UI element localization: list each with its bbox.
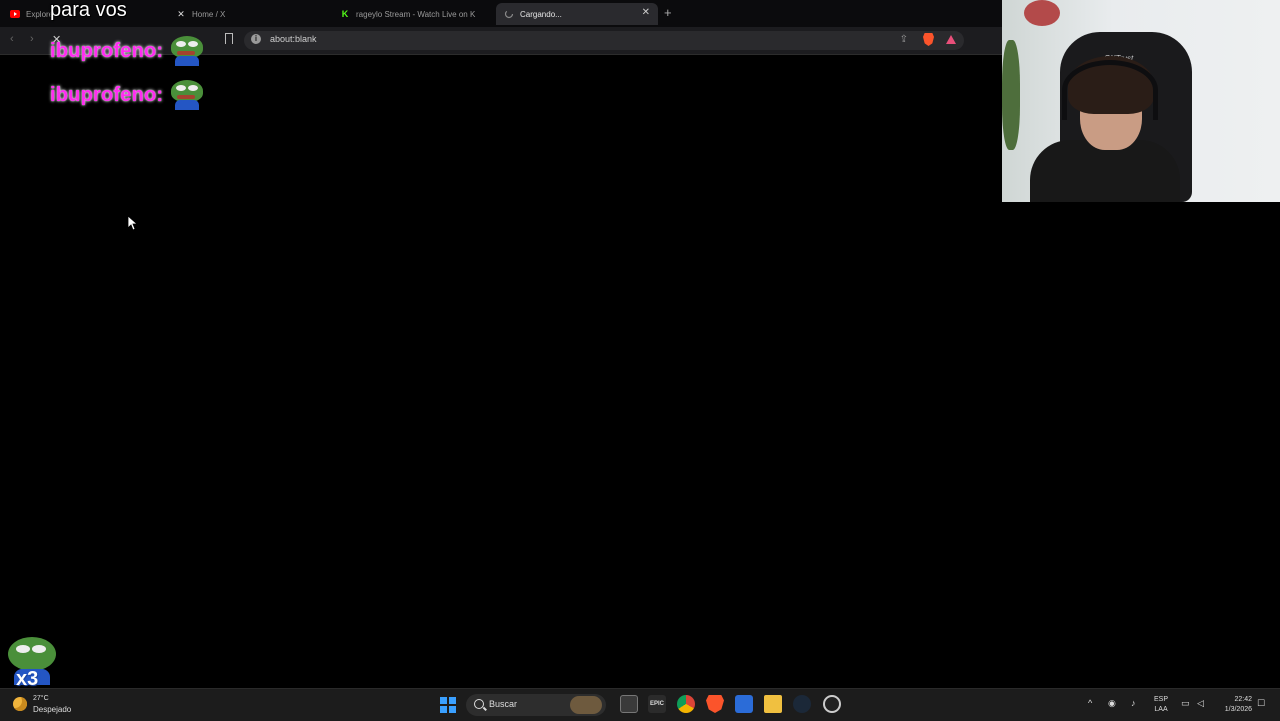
chat-message: ibuprofeno: — [50, 36, 205, 66]
windows-taskbar: 27°C Despejado Buscar EPIC ^ ◉ ♪ ESP LAA… — [0, 688, 1280, 721]
discord-icon[interactable]: ◉ — [1108, 698, 1116, 709]
network-icon[interactable]: ▭ — [1181, 698, 1190, 709]
microphone-icon[interactable]: ♪ — [1131, 698, 1136, 708]
brave-rewards-icon[interactable] — [946, 35, 956, 44]
address-url[interactable]: about:blank — [270, 34, 317, 44]
clock-date: 1/3/2026 — [1224, 706, 1252, 713]
loading-spinner-icon — [504, 9, 514, 19]
mouse-cursor-icon — [128, 216, 138, 231]
chat-username: ibuprofeno: — [50, 39, 164, 62]
tab-kick-stream[interactable]: K rageylo Stream - Watch Live on K — [332, 3, 492, 25]
address-bar[interactable]: i about:blank ⇪ — [244, 31, 964, 50]
tab-label: Home / X — [192, 9, 226, 19]
language-indicator[interactable]: ESP LAA — [1154, 695, 1168, 715]
weather-description[interactable]: Despejado — [33, 705, 71, 714]
search-highlight-image — [570, 696, 602, 714]
pepe-emote-icon — [169, 36, 205, 66]
language-code: ESP — [1154, 696, 1169, 703]
search-placeholder[interactable]: Buscar — [489, 699, 517, 709]
task-view-icon[interactable] — [620, 695, 638, 713]
obs-icon[interactable] — [823, 695, 841, 713]
new-tab-button[interactable]: + — [664, 5, 672, 20]
microsoft-store-icon[interactable] — [735, 695, 753, 713]
taskbar-search[interactable]: Buscar — [466, 694, 606, 716]
plush-toy — [1024, 0, 1060, 26]
notifications-icon[interactable]: ☐ — [1257, 698, 1265, 709]
chat-username: ibuprofeno: — [50, 83, 164, 106]
moon-weather-icon[interactable] — [13, 697, 27, 711]
kick-logo-icon: K — [341, 9, 349, 19]
tab-label: Cargando... — [520, 9, 562, 19]
brave-icon[interactable] — [706, 695, 724, 713]
headset — [1062, 60, 1158, 120]
start-icon[interactable] — [440, 697, 456, 713]
tab-loading[interactable]: Cargando... ✕ — [496, 3, 658, 25]
weather-temperature[interactable]: 27°C — [33, 695, 49, 702]
pepe-emote-icon — [169, 80, 205, 110]
epic-games-icon[interactable]: EPIC — [648, 695, 666, 713]
close-tab-icon[interactable]: ✕ — [642, 7, 650, 18]
plant — [1002, 40, 1020, 150]
show-hidden-icons-icon[interactable]: ^ — [1088, 698, 1092, 708]
file-explorer-icon[interactable] — [764, 695, 782, 713]
overlay-title: para vos — [50, 0, 127, 21]
volume-icon[interactable]: ◁ — [1197, 698, 1204, 709]
brave-shields-icon[interactable] — [923, 33, 934, 46]
webcam-feed: GXTrust — [1002, 0, 1280, 202]
steam-icon[interactable] — [793, 695, 811, 713]
forward-icon[interactable]: › — [30, 33, 34, 45]
site-info-icon[interactable]: i — [251, 34, 261, 44]
bookmark-icon[interactable] — [225, 33, 233, 47]
chat-message: ibuprofeno: — [50, 80, 205, 110]
tab-home-x[interactable]: ✕ Home / X — [168, 3, 328, 25]
search-icon — [474, 699, 484, 709]
back-icon[interactable]: ‹ — [10, 33, 14, 45]
youtube-icon — [10, 9, 20, 19]
tab-label: rageylo Stream - Watch Live on K — [356, 9, 476, 19]
share-icon[interactable]: ⇪ — [900, 34, 908, 45]
clock[interactable]: 22:42 1/3/2026 — [1216, 695, 1252, 715]
keyboard-layout: LAA — [1154, 706, 1168, 713]
clock-time: 22:42 — [1234, 696, 1252, 703]
x-logo-icon: ✕ — [177, 8, 185, 19]
chrome-icon[interactable] — [677, 695, 695, 713]
browser-tab-bar: Explore ✕ Home / X K rageylo Stream - Wa… — [0, 0, 1002, 27]
